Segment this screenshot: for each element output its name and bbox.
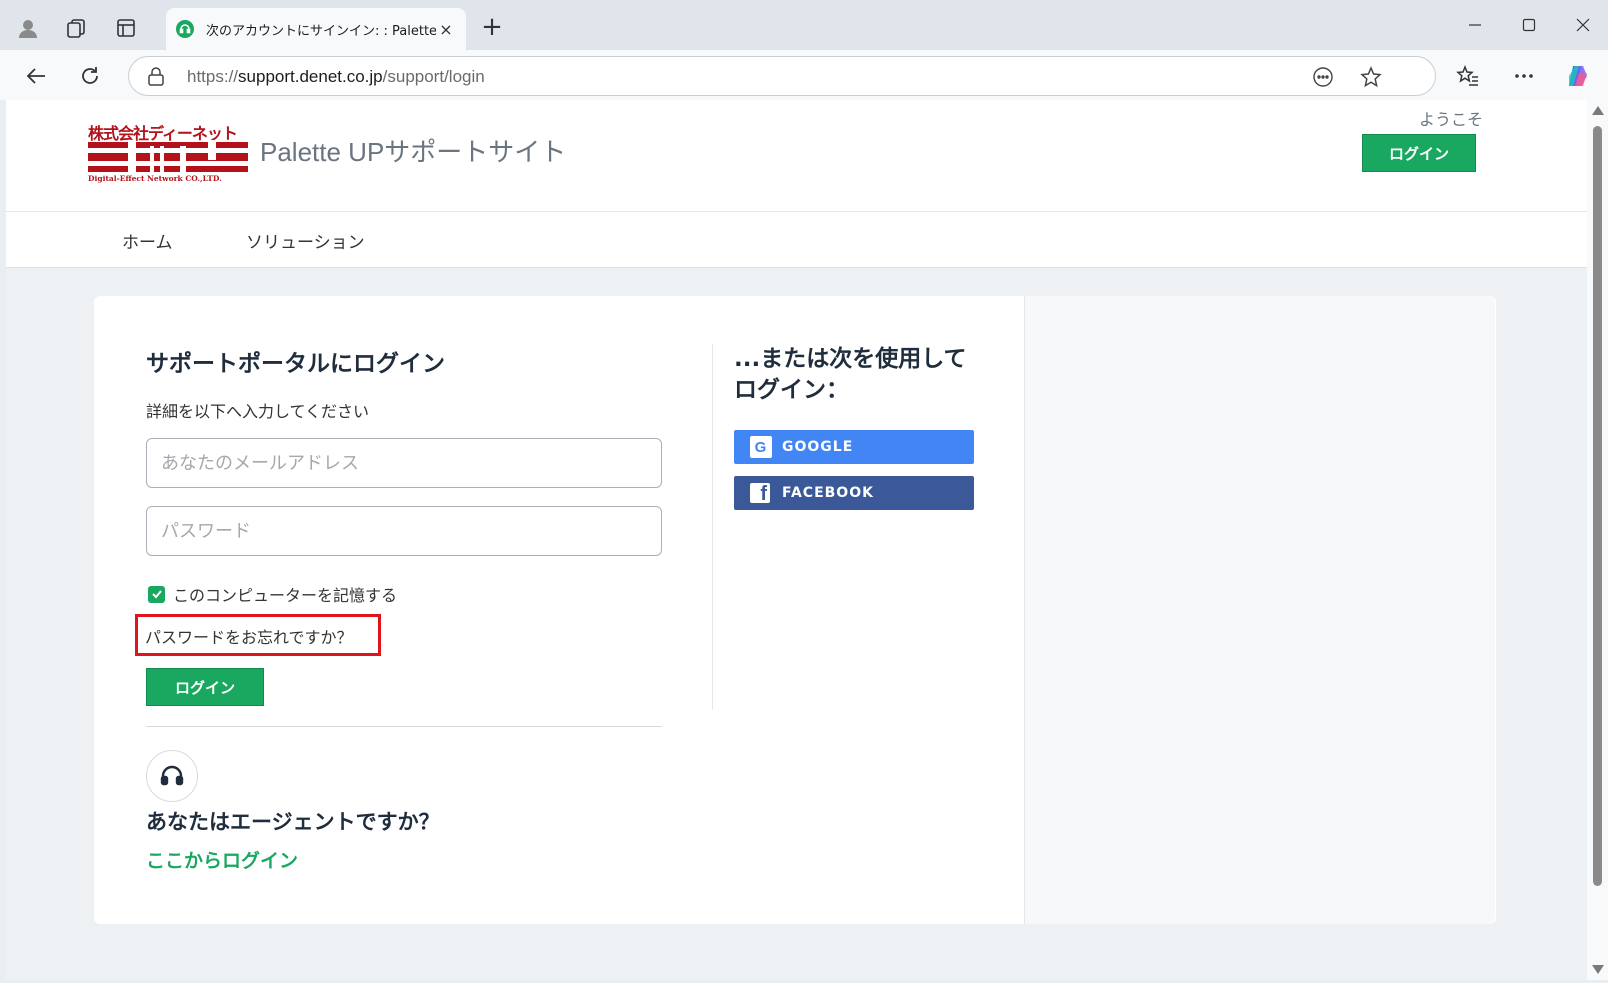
nav-item-home[interactable]: ホーム [122, 228, 173, 253]
favorite-star-icon[interactable] [1359, 65, 1383, 89]
maximize-icon[interactable] [1506, 8, 1552, 42]
header-login-button[interactable]: ログイン [1362, 134, 1476, 172]
logo-english-name: Digital-Effect Network CO.,LTD. [88, 174, 222, 183]
site-title: Palette UPサポートサイト [260, 137, 567, 167]
email-field[interactable] [146, 438, 662, 488]
column-divider [712, 344, 713, 710]
forgot-password-link[interactable]: パスワードをお忘れですか？ [145, 624, 353, 648]
google-icon: G [750, 436, 772, 458]
denet-logo-mark-icon [88, 140, 248, 174]
welcome-text: ようこそ [1418, 110, 1483, 129]
facebook-login-button[interactable]: f FACEBOOK [734, 476, 974, 510]
tab-actions-icon[interactable] [108, 10, 144, 46]
login-subtitle: 詳細を以下へ入力してください [146, 402, 370, 421]
checkmark-icon [151, 590, 162, 599]
close-window-icon[interactable] [1560, 8, 1606, 42]
minimize-icon[interactable] [1452, 8, 1498, 42]
facebook-icon: f [750, 483, 770, 503]
browser-tab-bar: 次のアカウントにサインイン: : Palette UP × + [0, 0, 1608, 50]
headset-icon [146, 750, 198, 802]
alt-login-title: ...または次を使用してログイン： [734, 346, 967, 403]
agent-title: あなたはエージェントですか？ [146, 810, 440, 834]
lock-icon[interactable] [147, 67, 165, 87]
scroll-up-arrow-icon[interactable] [1592, 106, 1604, 115]
browser-toolbar: https://support.denet.co.jp/support/logi… [0, 50, 1608, 100]
remember-me[interactable]: このコンピューターを記憶する [148, 582, 397, 606]
card-divider [1024, 296, 1025, 924]
url-text[interactable]: https://support.denet.co.jp/support/logi… [187, 67, 485, 87]
copilot-icon[interactable] [1560, 58, 1596, 94]
tab-close-icon[interactable]: × [436, 20, 456, 39]
scroll-down-arrow-icon[interactable] [1592, 965, 1604, 974]
tab-title: 次のアカウントにサインイン: : Palette UP [206, 23, 436, 39]
password-field[interactable] [146, 506, 662, 556]
google-login-button[interactable]: G GOOGLE [734, 430, 974, 464]
login-card-side-panel [1025, 296, 1495, 924]
more-tools-icon[interactable] [1311, 65, 1335, 89]
login-title: サポートポータルにログイン [146, 351, 445, 377]
remember-label: このコンピューターを記憶する [173, 586, 398, 605]
page-viewport: 株式会社ディーネット Digital-Effect Network CO.,LT… [6, 100, 1587, 980]
profile-icon[interactable] [10, 10, 46, 46]
page-scrollbar[interactable] [1587, 100, 1608, 980]
form-divider [146, 726, 662, 727]
scroll-thumb[interactable] [1593, 126, 1602, 886]
google-login-label: GOOGLE [782, 439, 854, 455]
agent-login-link[interactable]: ここからログイン [146, 846, 298, 873]
headset-favicon-icon [176, 20, 194, 38]
facebook-login-label: FACEBOOK [782, 485, 874, 501]
favorites-list-icon[interactable] [1450, 58, 1486, 94]
remember-checkbox[interactable] [148, 585, 165, 603]
company-logo[interactable]: 株式会社ディーネット Digital-Effect Network CO.,LT… [88, 120, 248, 184]
site-header: 株式会社ディーネット Digital-Effect Network CO.,LT… [6, 100, 1587, 212]
new-tab-button[interactable]: + [476, 12, 508, 44]
refresh-icon[interactable] [72, 58, 108, 94]
nav-item-solutions[interactable]: ソリューション [246, 228, 365, 253]
site-navigation: ホーム ソリューション [6, 212, 1587, 268]
collections-icon[interactable] [58, 10, 94, 46]
settings-more-icon[interactable] [1506, 58, 1542, 94]
login-submit-button[interactable]: ログイン [146, 668, 264, 706]
active-tab[interactable]: 次のアカウントにサインイン: : Palette UP × [166, 8, 466, 50]
address-bar[interactable]: https://support.denet.co.jp/support/logi… [128, 56, 1436, 96]
back-arrow-icon[interactable] [18, 58, 54, 94]
